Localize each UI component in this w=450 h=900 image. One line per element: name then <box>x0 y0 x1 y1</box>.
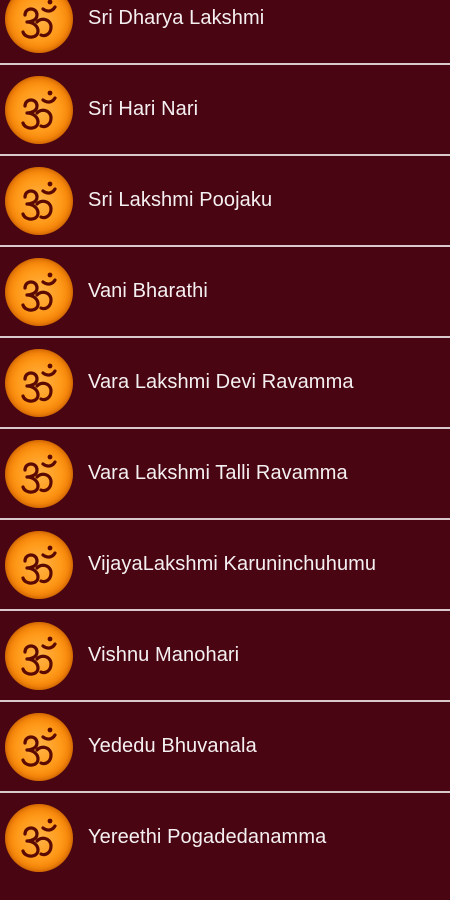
list-item-title: Vara Lakshmi Devi Ravamma <box>88 371 354 393</box>
list-item-title: VijayaLakshmi Karuninchuhumu <box>88 553 377 575</box>
om-icon <box>5 166 73 235</box>
om-icon <box>5 621 73 690</box>
song-list: Sri Dharya Lakshmi Sri Hari Nari Sri Lak… <box>0 0 450 900</box>
list-item[interactable]: Yededu Bhuvanala <box>0 702 450 793</box>
om-icon <box>5 257 73 326</box>
om-icon <box>5 712 73 781</box>
list-item[interactable]: Yereethi Pogadedanamma <box>0 793 450 882</box>
song-list-scroll-content: Sri Dharya Lakshmi Sri Hari Nari Sri Lak… <box>0 0 450 882</box>
list-item-title: Sri Dharya Lakshmi <box>88 7 265 29</box>
list-item-title: Vani Bharathi <box>88 280 208 302</box>
list-item[interactable]: Vara Lakshmi Devi Ravamma <box>0 338 450 429</box>
list-item[interactable]: Vani Bharathi <box>0 247 450 338</box>
om-icon <box>5 348 73 417</box>
om-icon <box>5 75 73 144</box>
om-icon <box>5 530 73 599</box>
list-item-title: Vishnu Manohari <box>88 644 240 666</box>
list-item-title: Vara Lakshmi Talli Ravamma <box>88 462 348 484</box>
list-item[interactable]: Sri Hari Nari <box>0 65 450 156</box>
om-icon <box>5 439 73 508</box>
om-icon <box>5 803 73 872</box>
list-item[interactable]: Vishnu Manohari <box>0 611 450 702</box>
list-item[interactable]: Sri Lakshmi Poojaku <box>0 156 450 247</box>
list-item-title: Sri Hari Nari <box>88 98 199 120</box>
list-item[interactable]: Vara Lakshmi Talli Ravamma <box>0 429 450 520</box>
list-item[interactable]: Sri Dharya Lakshmi <box>0 0 450 65</box>
list-item-title: Yededu Bhuvanala <box>88 735 257 757</box>
om-icon <box>5 0 73 53</box>
list-item-title: Sri Lakshmi Poojaku <box>88 189 273 211</box>
list-item[interactable]: VijayaLakshmi Karuninchuhumu <box>0 520 450 611</box>
list-item-title: Yereethi Pogadedanamma <box>88 826 327 848</box>
